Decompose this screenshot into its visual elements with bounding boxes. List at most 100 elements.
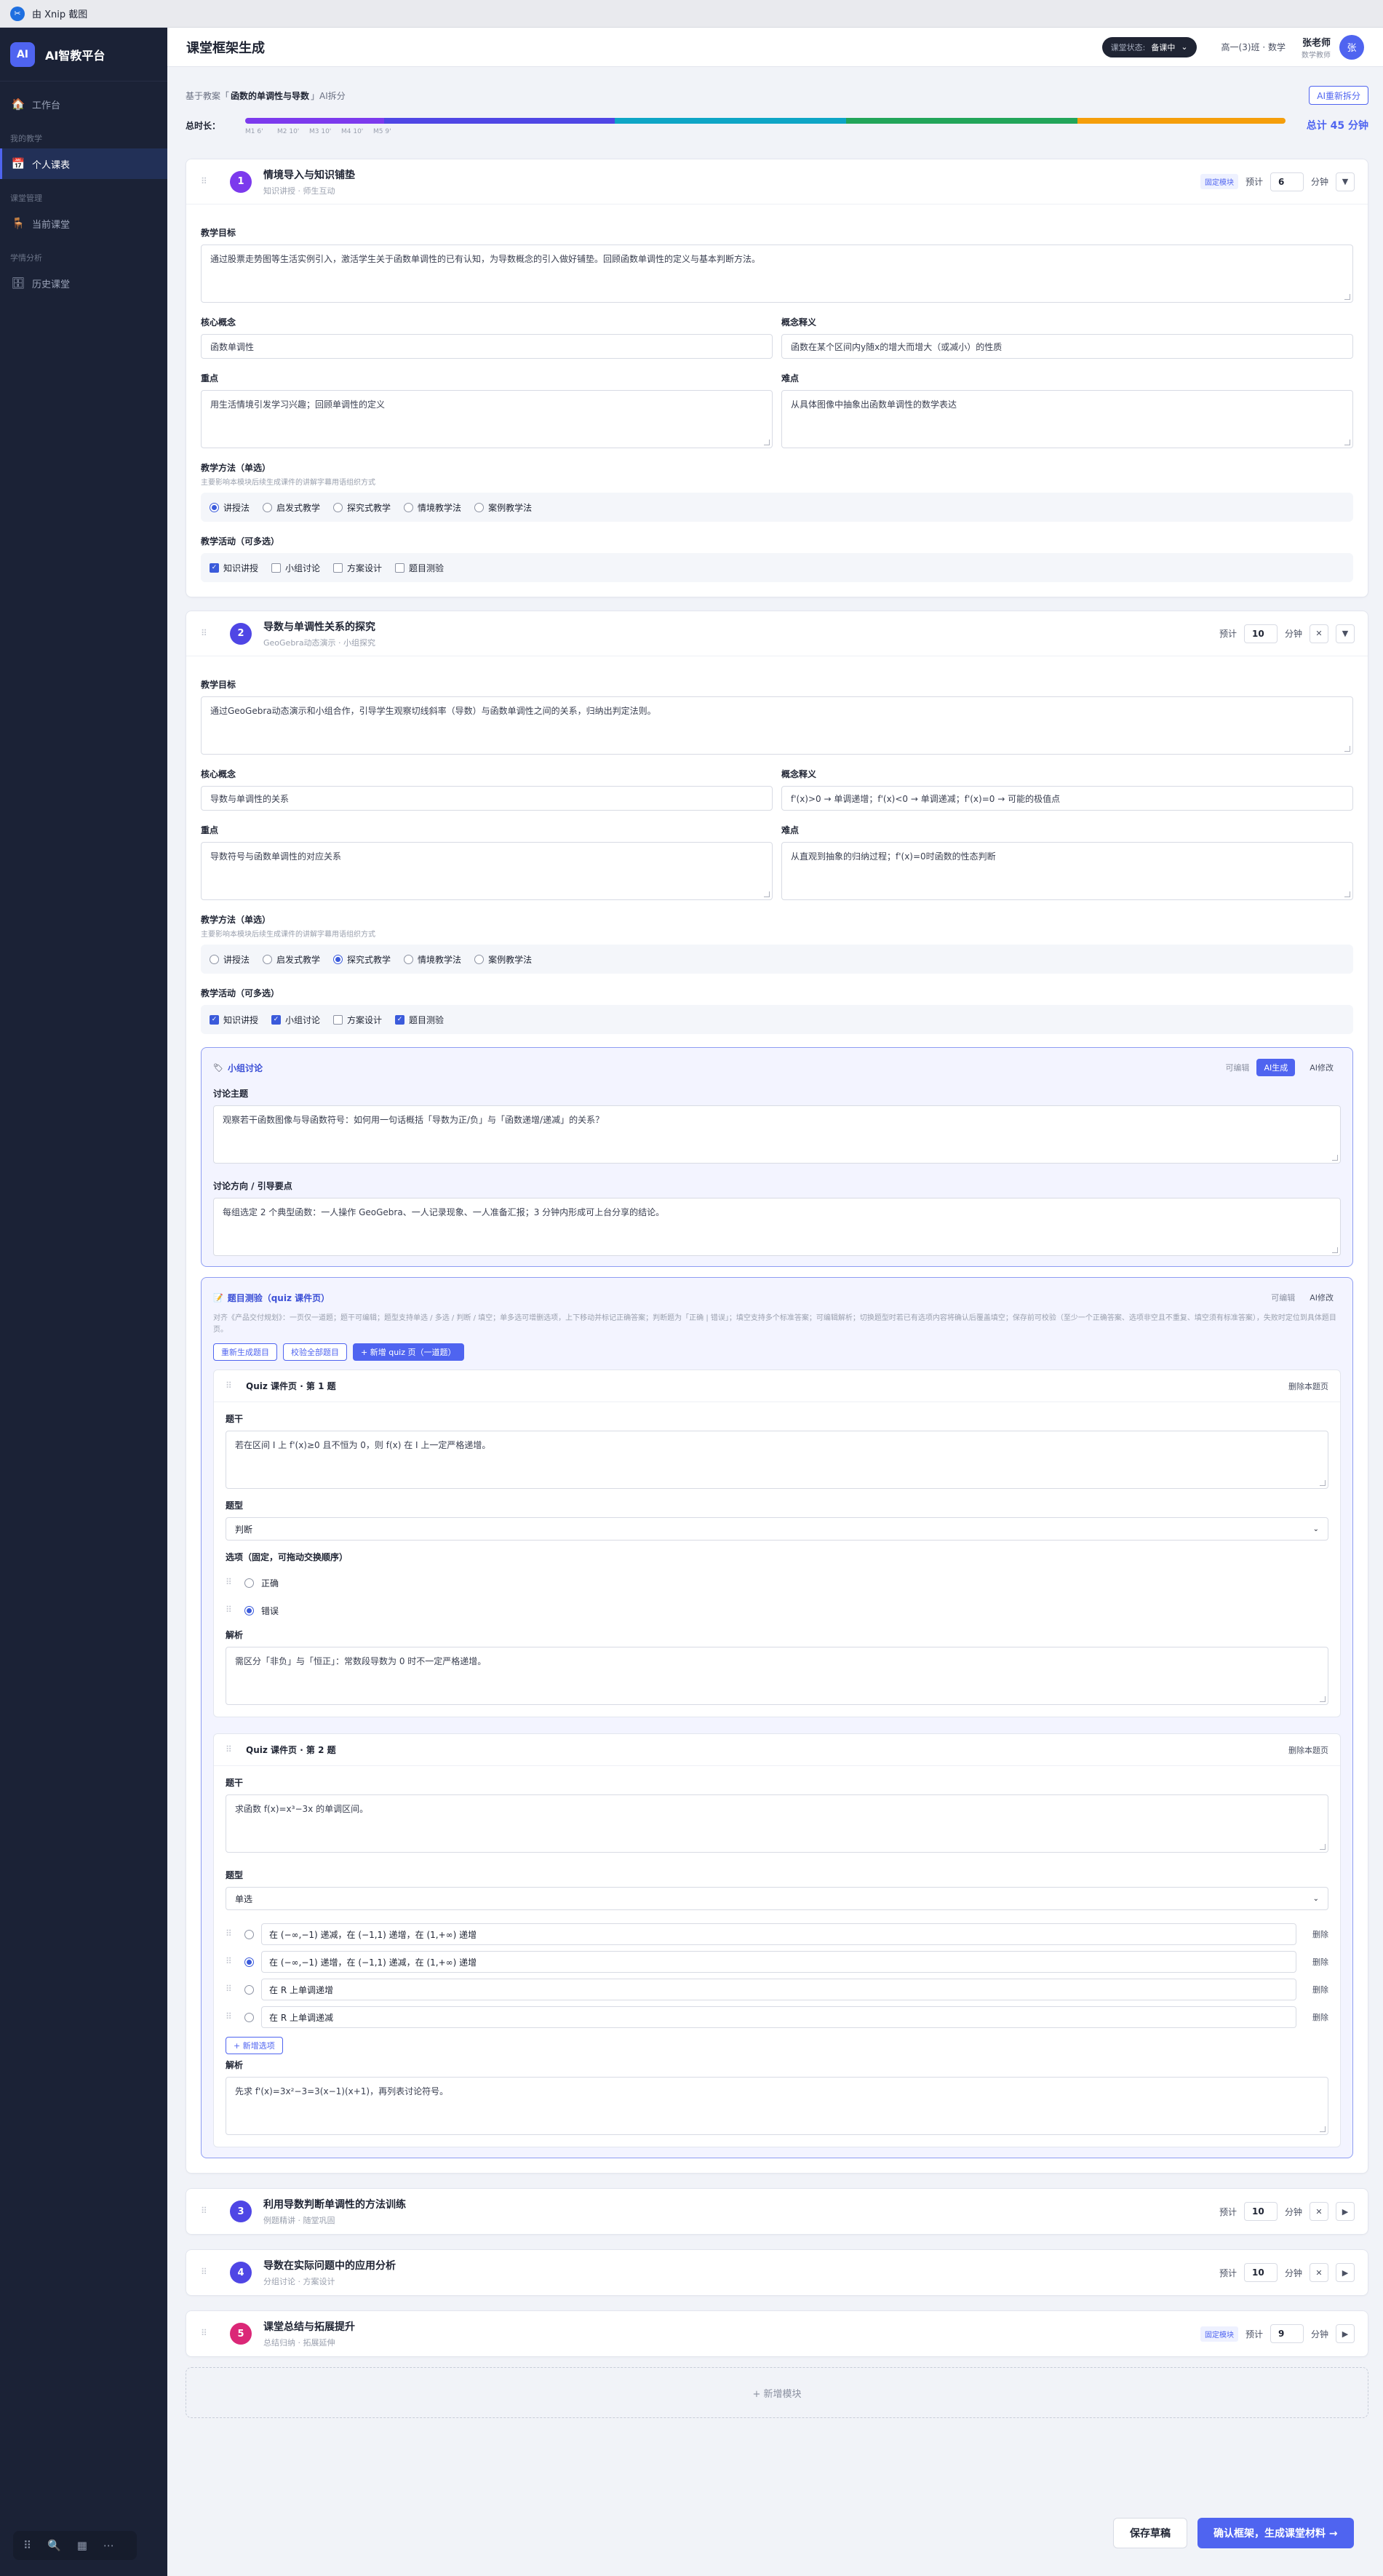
difficult-textarea[interactable]: 从直观到抽象的归纳过程；f'(x)=0时函数的性态判断	[781, 842, 1353, 900]
drag-handle-icon[interactable]: ⠿	[226, 1956, 237, 1968]
method-option[interactable]: 讲授法	[210, 501, 250, 514]
minutes-input[interactable]: 6	[1270, 172, 1304, 191]
validate-questions-button[interactable]: 校验全部题目	[283, 1343, 347, 1361]
concept-input[interactable]: 函数单调性	[201, 334, 773, 359]
drag-handle-icon[interactable]: ⠿	[226, 1984, 237, 1995]
radio[interactable]	[333, 954, 343, 964]
ai-generate-button[interactable]: AI生成	[1256, 1059, 1296, 1076]
guide-textarea[interactable]: 每组选定 2 个典型函数：一人操作 GeoGebra、一人记录现象、一人准备汇报…	[213, 1198, 1341, 1256]
delete-option-button[interactable]: 删除	[1304, 1928, 1328, 1940]
activity-option[interactable]: 题目测验	[395, 562, 444, 574]
checkbox[interactable]: ✓	[210, 562, 219, 573]
drag-handle-icon[interactable]: ⠿	[226, 2011, 237, 2023]
option-input[interactable]: 在 R 上单调递增	[261, 1979, 1296, 2000]
activity-option[interactable]: 小组讨论	[271, 562, 320, 574]
radio[interactable]	[404, 502, 414, 512]
method-option[interactable]: 案例教学法	[474, 501, 532, 514]
drag-handle-icon[interactable]: ⠿	[201, 2206, 212, 2217]
concept-def-input[interactable]: f'(x)>0 → 单调递增；f'(x)<0 → 单调递减；f'(x)=0 → …	[781, 786, 1353, 811]
delete-module-button[interactable]: ✕	[1310, 2202, 1328, 2221]
minutes-input[interactable]: 10	[1243, 2202, 1278, 2221]
method-option[interactable]: 情境教学法	[404, 953, 461, 966]
activity-option[interactable]: 方案设计	[333, 562, 382, 574]
checkbox[interactable]: ✓	[210, 1014, 219, 1025]
delete-quiz-page-button[interactable]: 删除本题页	[1288, 1380, 1328, 1392]
question-type-select[interactable]: 单选 ⌄	[226, 1887, 1328, 1910]
ai-edit-button[interactable]: AI修改	[1302, 1059, 1341, 1076]
confirm-generate-button[interactable]: 确认框架，生成课堂材料 →	[1197, 2518, 1354, 2548]
question-type-select[interactable]: 判断 ⌄	[226, 1517, 1328, 1541]
checkbox[interactable]: ✓	[395, 1014, 405, 1025]
class-status-select[interactable]: 课堂状态: 备课中 ⌄	[1101, 36, 1197, 57]
ai-resplit-button[interactable]: AI重新拆分	[1309, 86, 1368, 105]
analysis-textarea[interactable]: 需区分「非负」与「恒正」：常数段导数为 0 时不一定严格递增。	[226, 1647, 1328, 1705]
drag-handle-icon[interactable]: ⠿	[226, 1380, 237, 1392]
drag-handle-icon[interactable]: ⠿	[201, 176, 212, 188]
drag-handle-icon[interactable]: ⠿	[226, 1605, 237, 1616]
goal-textarea[interactable]: 通过股票走势图等生活实例引入，激活学生关于函数单调性的已有认知，为导数概念的引入…	[201, 245, 1353, 303]
delete-option-button[interactable]: 删除	[1304, 2011, 1328, 2023]
activity-option[interactable]: 方案设计	[333, 1014, 382, 1026]
zoom-icon[interactable]: 🔍	[47, 2539, 61, 2552]
module-header[interactable]: ⠿ 3 利用导数判断单调性的方法训练 例题精讲 · 随堂巩固 预计 10 分钟 …	[186, 2189, 1368, 2234]
method-option[interactable]: 讲授法	[210, 953, 250, 966]
drag-handle-icon[interactable]: ⠿	[201, 2267, 212, 2278]
delete-option-button[interactable]: 删除	[1304, 1984, 1328, 1995]
method-option[interactable]: 启发式教学	[263, 953, 320, 966]
radio[interactable]	[333, 502, 343, 512]
radio[interactable]	[244, 1984, 254, 1995]
add-module-button[interactable]: + 新增模块	[186, 2367, 1368, 2418]
drag-handle-icon[interactable]: ⠿	[226, 1744, 237, 1756]
collapse-button[interactable]: ▼	[1336, 624, 1355, 643]
expand-button[interactable]: ▶	[1336, 2263, 1355, 2282]
more-icon[interactable]: ⋯	[103, 2539, 114, 2552]
activity-option[interactable]: ✓ 知识讲授	[210, 1014, 258, 1026]
topic-textarea[interactable]: 观察若干函数图像与导函数符号：如何用一句话概括「导数为正/负」与「函数递增/递减…	[213, 1105, 1341, 1164]
radio[interactable]	[404, 954, 414, 964]
radio[interactable]	[474, 502, 485, 512]
quiz-option[interactable]: ⠿ 在 (−∞,−1) 递减，在 (−1,1) 递增，在 (1,+∞) 递增 删除	[226, 1920, 1328, 1948]
method-option[interactable]: 探究式教学	[333, 501, 391, 514]
minutes-input[interactable]: 10	[1243, 624, 1278, 643]
delete-option-button[interactable]: 删除	[1304, 1956, 1328, 1968]
radio[interactable]	[244, 1605, 254, 1615]
module-header[interactable]: ⠿ 2 导数与单调性关系的探究 GeoGebra动态演示 · 小组探究 预计 1…	[186, 611, 1368, 656]
stem-textarea[interactable]: 求函数 f(x)=x³−3x 的单调区间。	[226, 1794, 1328, 1853]
drag-handle-icon[interactable]: ⠿	[226, 1577, 237, 1589]
add-quiz-page-button[interactable]: + 新增 quiz 页（一道题）	[353, 1343, 464, 1361]
key-textarea[interactable]: 用生活情境引发学习兴趣；回顾单调性的定义	[201, 390, 773, 448]
module-header[interactable]: ⠿ 5 课堂总结与拓展提升 总结归纳 · 拓展延伸 固定模块 预计 9 分钟 ▶	[186, 2311, 1368, 2356]
drag-handle-icon[interactable]: ⠿	[201, 628, 212, 640]
checkbox[interactable]	[271, 562, 282, 573]
module-header[interactable]: ⠿ 1 情境导入与知识铺垫 知识讲授 · 师生互动 固定模块 预计 6 分钟 ▼	[186, 159, 1368, 204]
method-option[interactable]: 案例教学法	[474, 953, 532, 966]
avatar[interactable]: 张	[1339, 34, 1364, 60]
expand-button[interactable]: ▶	[1336, 2324, 1355, 2343]
concept-input[interactable]: 导数与单调性的关系	[201, 786, 773, 811]
quiz-option[interactable]: ⠿ 在 R 上单调递增 删除	[226, 1976, 1328, 2003]
activity-option[interactable]: ✓ 小组讨论	[271, 1014, 320, 1026]
analysis-textarea[interactable]: 先求 f'(x)=3x²−3=3(x−1)(x+1)，再列表讨论符号。	[226, 2077, 1328, 2135]
radio[interactable]	[244, 1578, 254, 1588]
difficult-textarea[interactable]: 从具体图像中抽象出函数单调性的数学表达	[781, 390, 1353, 448]
delete-module-button[interactable]: ✕	[1310, 2263, 1328, 2282]
radio[interactable]	[244, 2012, 254, 2022]
checkbox[interactable]	[333, 1014, 343, 1025]
drag-handle-icon[interactable]: ⠿	[226, 1928, 237, 1940]
save-draft-button[interactable]: 保存草稿	[1113, 2518, 1187, 2548]
checkbox[interactable]	[395, 562, 405, 573]
radio[interactable]	[244, 1929, 254, 1939]
delete-module-button[interactable]: ✕	[1310, 624, 1328, 643]
minutes-input[interactable]: 10	[1243, 2263, 1278, 2282]
checkbox[interactable]: ✓	[271, 1014, 282, 1025]
radio[interactable]	[244, 1957, 254, 1967]
concept-def-input[interactable]: 函数在某个区间内y随x的增大而增大（或减小）的性质	[781, 334, 1353, 359]
activity-option[interactable]: ✓ 题目测验	[395, 1014, 444, 1026]
checkbox[interactable]	[333, 562, 343, 573]
add-option-button[interactable]: + 新增选项	[226, 2037, 283, 2054]
quiz-option[interactable]: ⠿ 在 (−∞,−1) 递增，在 (−1,1) 递减，在 (1,+∞) 递增 删除	[226, 1948, 1328, 1976]
stem-textarea[interactable]: 若在区间 I 上 f'(x)≥0 且不恒为 0，则 f(x) 在 I 上一定严格…	[226, 1431, 1328, 1489]
option-input[interactable]: 在 (−∞,−1) 递增，在 (−1,1) 递减，在 (1,+∞) 递增	[261, 1951, 1296, 1973]
drag-handle-icon[interactable]: ⠿	[201, 2328, 212, 2340]
radio[interactable]	[210, 502, 219, 512]
